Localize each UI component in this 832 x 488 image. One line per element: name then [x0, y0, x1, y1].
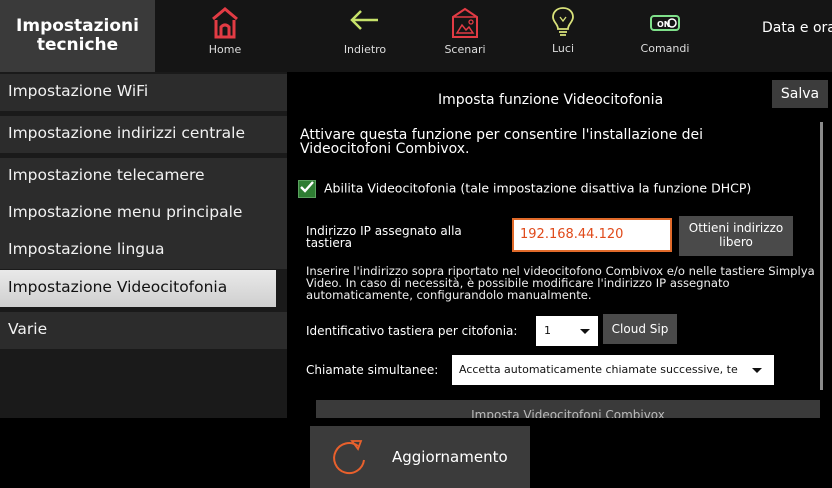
nav-home-button[interactable]: Home: [180, 0, 270, 72]
nav-lights-label: Luci: [551, 42, 574, 55]
scenarios-icon: [452, 7, 478, 38]
nav-scenarios-label: Scenari: [444, 43, 486, 56]
nav-commands-label: Comandi: [640, 42, 690, 55]
update-label: Aggiornamento: [392, 448, 508, 466]
keypad-id-select[interactable]: 1: [536, 316, 598, 346]
home-icon: [212, 7, 238, 39]
page-title-text: Impostazioni tecniche: [16, 16, 139, 55]
sidebar: Impostazione WiFi Impostazione indirizzi…: [0, 72, 287, 418]
back-arrow-icon: [350, 10, 378, 30]
nav-back-label: Indietro: [343, 43, 387, 56]
sidebar-item-cameras[interactable]: Impostazione telecamere: [0, 158, 287, 195]
sidebar-item-videocitofonia[interactable]: Impostazione Videocitofonia: [0, 270, 276, 307]
intro-text: Attivare questa funzione per consentire …: [300, 127, 704, 157]
obtain-free-address-button[interactable]: Ottieni indirizzo libero: [679, 216, 793, 256]
simultaneous-calls-label: Chiamate simultanee:: [306, 363, 439, 377]
set-combivox-videophones-label: Imposta Videocitofoni Combivox: [471, 408, 665, 418]
sidebar-item-language[interactable]: Impostazione lingua: [0, 232, 287, 269]
ip-address-label: Indirizzo IP assegnato alla tastiera: [306, 224, 462, 250]
keypad-id-value: 1: [544, 324, 551, 337]
ip-instructions-text: Inserire l'indirizzo sopra riportato nel…: [306, 264, 815, 302]
chevron-down-icon: [580, 329, 590, 334]
save-button[interactable]: Salva: [772, 80, 828, 108]
nav-lights-button[interactable]: Luci: [518, 0, 608, 72]
nav-home-label: Home: [208, 43, 242, 56]
ip-address-input[interactable]: 192.168.44.120: [512, 218, 672, 252]
checkmark-icon: [300, 181, 314, 193]
top-bar: Impostazioni tecniche Home Indietro Scen…: [0, 0, 832, 72]
refresh-icon: [333, 440, 365, 475]
enable-videocitofonia-label: Abilita Videocitofonia (tale impostazion…: [323, 180, 752, 196]
page-title: Impostazioni tecniche: [0, 0, 155, 72]
chevron-down-icon: [752, 368, 762, 373]
update-button[interactable]: Aggiornamento: [310, 426, 530, 488]
main-panel: Imposta funzione Videocitofonia Salva At…: [290, 72, 832, 418]
nav-scenarios-button[interactable]: Scenari: [420, 0, 510, 72]
on-off-switch-icon: ON: [650, 15, 680, 31]
nav-commands-button[interactable]: ON Comandi: [620, 0, 710, 72]
panel-title: Imposta funzione Videocitofonia: [438, 92, 664, 108]
date-time-button[interactable]: Data e ora: [762, 20, 832, 36]
sidebar-item-central-addresses[interactable]: Impostazione indirizzi centrale: [0, 116, 287, 153]
cloud-sip-button[interactable]: Cloud Sip: [603, 314, 677, 344]
enable-videocitofonia-checkbox[interactable]: [298, 180, 316, 198]
enable-videocitofonia-row[interactable]: Abilita Videocitofonia (tale impostazion…: [298, 180, 751, 198]
scrollbar[interactable]: [820, 122, 823, 390]
simultaneous-calls-select[interactable]: Accetta automaticamente chiamate success…: [452, 355, 774, 385]
sidebar-item-varie[interactable]: Varie: [0, 312, 287, 349]
sidebar-item-main-menu[interactable]: Impostazione menu principale: [0, 195, 287, 232]
sidebar-item-wifi[interactable]: Impostazione WiFi: [0, 74, 287, 111]
nav-back-button[interactable]: Indietro: [320, 0, 410, 72]
keypad-id-label: Identificativo tastiera per citofonia:: [306, 324, 518, 338]
light-bulb-icon: [552, 7, 574, 36]
simultaneous-calls-value: Accetta automaticamente chiamate success…: [459, 363, 738, 376]
set-combivox-videophones-button[interactable]: Imposta Videocitofoni Combivox: [316, 400, 820, 418]
footer: Aggiornamento: [0, 418, 832, 488]
